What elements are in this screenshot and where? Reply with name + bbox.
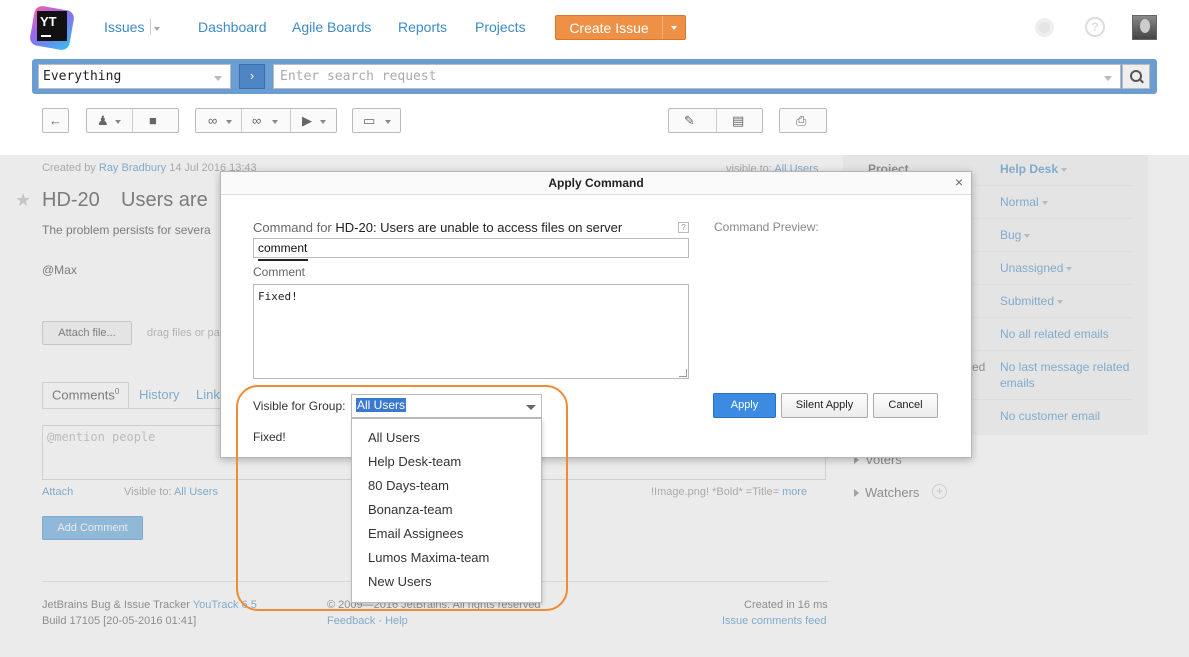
youtrack-logo[interactable]: YT: [28, 4, 76, 52]
help-icon[interactable]: ?: [1085, 17, 1105, 37]
chevron-down-icon: [115, 120, 121, 124]
command-window-button[interactable]: ▭: [352, 108, 401, 133]
comment-label: Comment: [253, 265, 306, 279]
link-icon[interactable]: ∞: [252, 113, 261, 128]
pencil-icon[interactable]: ✎: [684, 113, 695, 129]
create-issue-button[interactable]: Create Issue: [555, 15, 686, 40]
user-icon[interactable]: ♟: [97, 113, 109, 129]
back-button[interactable]: ←: [42, 108, 69, 133]
search-icon[interactable]: [1122, 64, 1150, 89]
highlight-annotation: [236, 385, 568, 611]
chevron-down-icon: [385, 120, 391, 124]
top-navigation: YT Issues Dashboard Agile Boards Reports…: [0, 0, 1189, 56]
apply-button[interactable]: Apply: [713, 393, 776, 418]
toolbar-separator: [716, 109, 717, 132]
comment-icon[interactable]: ■: [149, 113, 157, 128]
chevron-down-icon: [226, 120, 232, 124]
command-input[interactable]: comment: [253, 238, 689, 258]
trash-icon[interactable]: ▤: [732, 113, 744, 129]
create-issue-dropdown-icon[interactable]: [671, 26, 677, 30]
logo-mark: YT: [37, 11, 67, 41]
dialog-header: Apply Command ×: [221, 172, 971, 195]
search-context-value: Everything: [43, 69, 122, 84]
resize-grip-icon[interactable]: [679, 369, 687, 377]
help-icon[interactable]: ?: [678, 222, 689, 233]
toolbar-separator: [241, 109, 242, 132]
create-issue-label: Create Issue: [569, 20, 649, 36]
nav-separator: [150, 19, 151, 35]
toolbar-separator: [290, 109, 291, 132]
search-input[interactable]: Enter search request: [273, 64, 1121, 89]
chevron-down-icon: [272, 120, 278, 124]
printer-icon: ⎙: [796, 113, 807, 128]
create-issue-divider: [662, 16, 663, 39]
search-placeholder: Enter search request: [280, 69, 437, 84]
silent-apply-button[interactable]: Silent Apply: [781, 393, 868, 418]
nav-dashboard[interactable]: Dashboard: [198, 19, 267, 35]
command-preview-label: Command Preview:: [714, 220, 819, 234]
arrow-left-icon: ←: [49, 113, 62, 128]
avatar[interactable]: [1132, 15, 1157, 40]
command-underline: [258, 259, 308, 261]
gear-icon[interactable]: [1035, 18, 1054, 37]
print-button[interactable]: ⎙: [779, 108, 827, 133]
nav-agile-boards[interactable]: Agile Boards: [292, 19, 371, 35]
assign-comment-group: ♟ ■: [86, 108, 179, 133]
command-for-text: Command for: [253, 220, 332, 235]
chevron-down-icon: [320, 120, 326, 124]
command-issue-text: HD-20: Users are unable to access files …: [335, 220, 623, 235]
comment-textarea[interactable]: Fixed!: [253, 284, 689, 379]
search-context-select[interactable]: Everything: [38, 64, 231, 89]
edit-delete-group: ✎ ▤: [668, 108, 763, 133]
chevron-down-icon[interactable]: [1104, 76, 1112, 81]
chevron-down-icon: [214, 76, 222, 81]
tag-icon[interactable]: ▶: [302, 113, 312, 129]
logo-text: YT: [40, 14, 57, 29]
nav-issues[interactable]: Issues: [104, 19, 144, 35]
nav-projects[interactable]: Projects: [475, 19, 526, 35]
issues-dropdown-icon[interactable]: [154, 27, 160, 31]
command-window-icon: ▭: [363, 113, 376, 128]
paperclip-icon[interactable]: ∞: [208, 113, 217, 128]
attach-link-tag-group: ∞ ∞ ▶: [195, 108, 337, 133]
close-icon[interactable]: ×: [955, 174, 963, 190]
dialog-title: Apply Command: [548, 176, 644, 190]
nav-reports[interactable]: Reports: [398, 19, 447, 35]
command-label: Command for HD-20: Users are unable to a…: [253, 220, 622, 235]
search-context-go-button[interactable]: ›: [239, 64, 265, 89]
toolbar-separator: [132, 109, 133, 132]
cancel-button[interactable]: Cancel: [873, 393, 938, 418]
